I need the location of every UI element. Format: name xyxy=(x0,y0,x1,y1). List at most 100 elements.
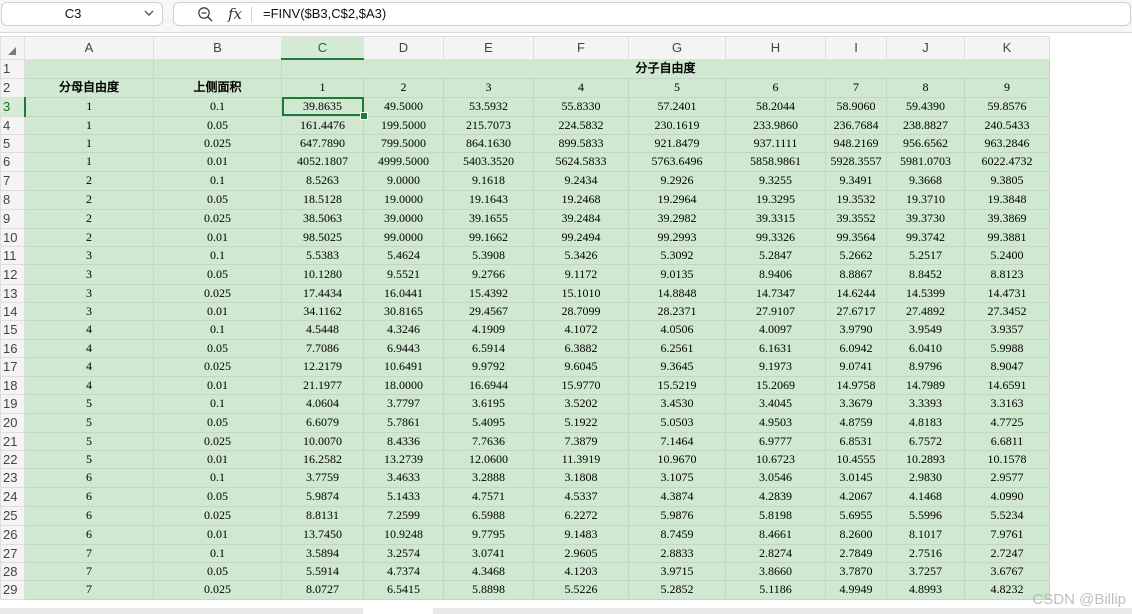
cell-k11[interactable]: 5.2400 xyxy=(964,245,1050,265)
cell-f8[interactable]: 19.2468 xyxy=(533,189,629,210)
row-header-18[interactable]: 18 xyxy=(0,375,25,395)
column-header-c[interactable]: C xyxy=(281,36,364,60)
cell-h26[interactable]: 8.4661 xyxy=(725,524,826,545)
row-header-6[interactable]: 6 xyxy=(0,151,25,172)
cell-g4[interactable]: 230.1619 xyxy=(628,115,726,135)
cell-b13[interactable]: 0.025 xyxy=(153,283,282,303)
cell-d3[interactable]: 49.5000 xyxy=(363,96,444,117)
cell-i17[interactable]: 9.0741 xyxy=(825,356,887,377)
zoom-out-icon[interactable] xyxy=(197,6,214,23)
cell-g21[interactable]: 7.1464 xyxy=(628,431,726,451)
cell-b4[interactable]: 0.05 xyxy=(153,115,282,135)
cell-d26[interactable]: 10.9248 xyxy=(363,524,444,545)
cell-g17[interactable]: 9.3645 xyxy=(628,356,726,377)
cell-i2[interactable]: 7 xyxy=(825,77,887,98)
cell-i20[interactable]: 4.8759 xyxy=(825,412,887,433)
column-header-f[interactable]: F xyxy=(533,36,629,60)
cell-c4[interactable]: 161.4476 xyxy=(281,115,364,135)
cell-f19[interactable]: 3.5202 xyxy=(533,393,629,414)
cell-g13[interactable]: 14.8848 xyxy=(628,283,726,303)
cell-c16[interactable]: 7.7086 xyxy=(281,338,364,358)
cell-g5[interactable]: 921.8479 xyxy=(628,133,726,153)
chevron-down-icon[interactable] xyxy=(142,6,156,20)
cell-b27[interactable]: 0.1 xyxy=(153,543,282,563)
row-header-24[interactable]: 24 xyxy=(0,486,25,507)
cell-b11[interactable]: 0.1 xyxy=(153,245,282,265)
cell-h14[interactable]: 27.9107 xyxy=(725,301,826,321)
cell-j28[interactable]: 3.7257 xyxy=(886,561,965,581)
cell-f29[interactable]: 5.5226 xyxy=(533,579,629,600)
cell-i25[interactable]: 5.6955 xyxy=(825,505,887,526)
cell-e6[interactable]: 5403.3520 xyxy=(443,151,534,172)
column-header-i[interactable]: I xyxy=(825,36,887,60)
cell-g6[interactable]: 5763.6496 xyxy=(628,151,726,172)
cell-g26[interactable]: 8.7459 xyxy=(628,524,726,545)
cell-k4[interactable]: 240.5433 xyxy=(964,115,1050,135)
cell-h3[interactable]: 58.2044 xyxy=(725,96,826,117)
cell-j15[interactable]: 3.9549 xyxy=(886,319,965,340)
cell-a26[interactable]: 6 xyxy=(24,524,154,545)
cell-k9[interactable]: 39.3869 xyxy=(964,208,1050,229)
row-header-19[interactable]: 19 xyxy=(0,393,25,414)
cell-i6[interactable]: 5928.3557 xyxy=(825,151,887,172)
cell-c5[interactable]: 647.7890 xyxy=(281,133,364,153)
cell-k17[interactable]: 8.9047 xyxy=(964,356,1050,377)
row-header-14[interactable]: 14 xyxy=(0,301,25,321)
cell-f10[interactable]: 99.2494 xyxy=(533,227,629,247)
cell-b24[interactable]: 0.05 xyxy=(153,486,282,507)
cell-f6[interactable]: 5624.5833 xyxy=(533,151,629,172)
cell-k7[interactable]: 9.3805 xyxy=(964,170,1050,191)
cell-b6[interactable]: 0.01 xyxy=(153,151,282,172)
cell-c13[interactable]: 17.4434 xyxy=(281,283,364,303)
row-header-5[interactable]: 5 xyxy=(0,133,25,153)
cell-f11[interactable]: 5.3426 xyxy=(533,245,629,265)
cell-h2[interactable]: 6 xyxy=(725,77,826,98)
row-header-12[interactable]: 12 xyxy=(0,263,25,285)
cell-i10[interactable]: 99.3564 xyxy=(825,227,887,247)
cell-k10[interactable]: 99.3881 xyxy=(964,227,1050,247)
cell-i19[interactable]: 3.3679 xyxy=(825,393,887,414)
cell-f13[interactable]: 15.1010 xyxy=(533,283,629,303)
cell-a21[interactable]: 5 xyxy=(24,431,154,451)
cell-c19[interactable]: 4.0604 xyxy=(281,393,364,414)
cell-h17[interactable]: 9.1973 xyxy=(725,356,826,377)
cell-g10[interactable]: 99.2993 xyxy=(628,227,726,247)
cell-c28[interactable]: 5.5914 xyxy=(281,561,364,581)
cell-a8[interactable]: 2 xyxy=(24,189,154,210)
cell-h20[interactable]: 4.9503 xyxy=(725,412,826,433)
cell-c25[interactable]: 8.8131 xyxy=(281,505,364,526)
cell-i16[interactable]: 6.0942 xyxy=(825,338,887,358)
cell-e27[interactable]: 3.0741 xyxy=(443,543,534,563)
cell-a6[interactable]: 1 xyxy=(24,151,154,172)
cell-b1[interactable] xyxy=(153,58,282,79)
cell-c3[interactable]: 39.8635 xyxy=(281,96,364,117)
cell-c29[interactable]: 8.0727 xyxy=(281,579,364,600)
row-header-2[interactable]: 2 xyxy=(0,77,25,98)
cell-a3[interactable]: 1 xyxy=(24,96,154,117)
cell-b7[interactable]: 0.1 xyxy=(153,170,282,191)
cell-c17[interactable]: 12.2179 xyxy=(281,356,364,377)
cell-j14[interactable]: 27.4892 xyxy=(886,301,965,321)
cell-c24[interactable]: 5.9874 xyxy=(281,486,364,507)
cell-f5[interactable]: 899.5833 xyxy=(533,133,629,153)
cell-e4[interactable]: 215.7073 xyxy=(443,115,534,135)
cell-k5[interactable]: 963.2846 xyxy=(964,133,1050,153)
cell-b14[interactable]: 0.01 xyxy=(153,301,282,321)
cell-b9[interactable]: 0.025 xyxy=(153,208,282,229)
cell-h15[interactable]: 4.0097 xyxy=(725,319,826,340)
cell-h11[interactable]: 5.2847 xyxy=(725,245,826,265)
cell-b5[interactable]: 0.025 xyxy=(153,133,282,153)
cell-c21[interactable]: 10.0070 xyxy=(281,431,364,451)
cell-a27[interactable]: 7 xyxy=(24,543,154,563)
cell-f21[interactable]: 7.3879 xyxy=(533,431,629,451)
cell-h4[interactable]: 233.9860 xyxy=(725,115,826,135)
cell-k8[interactable]: 19.3848 xyxy=(964,189,1050,210)
cell-d5[interactable]: 799.5000 xyxy=(363,133,444,153)
cell-d12[interactable]: 9.5521 xyxy=(363,263,444,285)
cell-d16[interactable]: 6.9443 xyxy=(363,338,444,358)
cell-b20[interactable]: 0.05 xyxy=(153,412,282,433)
cell-f16[interactable]: 6.3882 xyxy=(533,338,629,358)
cell-j21[interactable]: 6.7572 xyxy=(886,431,965,451)
cell-g25[interactable]: 5.9876 xyxy=(628,505,726,526)
cell-a11[interactable]: 3 xyxy=(24,245,154,265)
